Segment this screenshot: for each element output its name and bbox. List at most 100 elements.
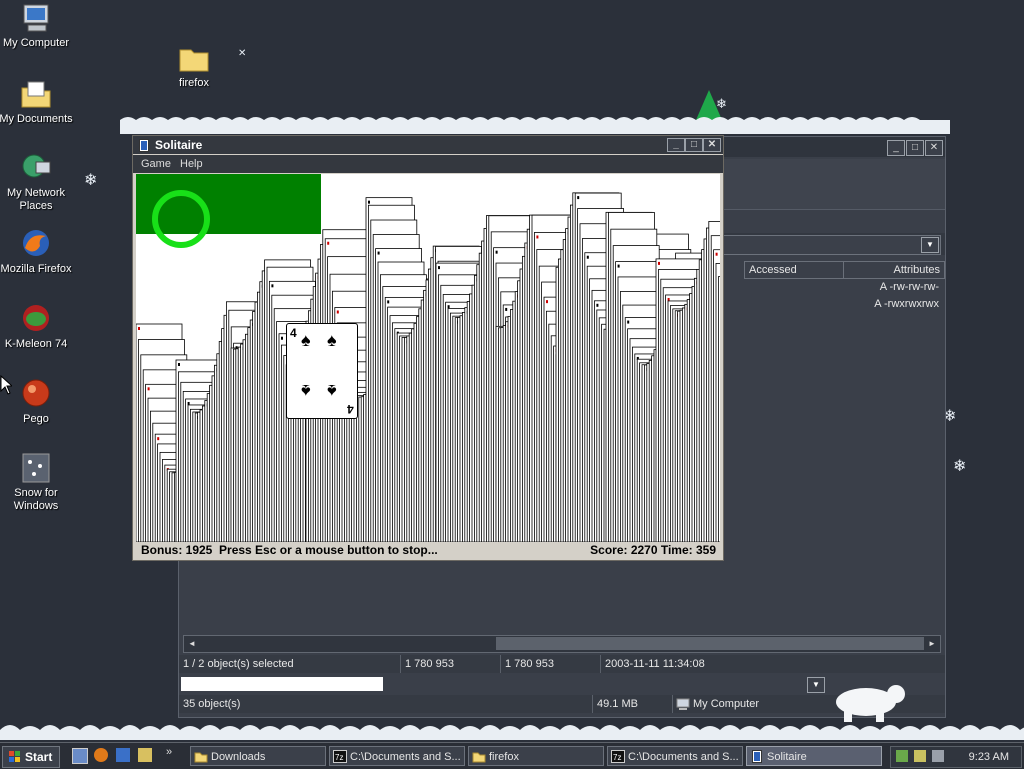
desktop-icon-snow-for-windows[interactable]: Snow for Windows (0, 452, 75, 513)
playing-card[interactable]: 4 ♠ ♠ ♠ ♠ 4 (286, 323, 358, 419)
close-button[interactable]: ✕ (925, 140, 943, 156)
progress-strip (181, 677, 383, 691)
desktop-icon-label: Snow for Windows (13, 487, 59, 512)
network-places-icon (20, 152, 52, 184)
status-size: 1 780 953 (401, 655, 501, 673)
solitaire-window[interactable]: Solitaire _ □ ✕ Game Help 4 ♠ ♠ ♠ ♠ 4 Bo… (132, 135, 724, 561)
card-pip (157, 437, 160, 441)
file-attributes: A -rw-rw-rw- (879, 281, 939, 293)
my-computer-icon (676, 698, 690, 710)
polar-bear-icon (836, 685, 905, 722)
status-location-label: My Computer (693, 698, 760, 710)
status-location: My Computer (673, 695, 833, 713)
explorer-dropdown[interactable]: ▼ (807, 677, 825, 693)
horizontal-scrollbar[interactable]: ◄ ► (183, 635, 941, 653)
taskbar-button-label: C:\Documents and S... (628, 751, 739, 763)
window-title: Solitaire (155, 138, 203, 152)
column-header-accessed[interactable]: Accessed (744, 261, 846, 279)
scroll-right-icon[interactable]: ► (925, 637, 939, 650)
card-pip (147, 387, 150, 391)
outlook-icon[interactable] (116, 748, 130, 762)
show-desktop-icon[interactable] (72, 748, 88, 764)
network-tray-icon[interactable] (896, 750, 908, 762)
desktop-icon-network-places[interactable]: My Network Places (0, 152, 75, 213)
card-pip (387, 300, 390, 304)
solitaire-play-area[interactable]: 4 ♠ ♠ ♠ ♠ 4 (136, 174, 720, 542)
card-pip (505, 307, 508, 311)
taskbar-button-7zip-1[interactable]: 7z C:\Documents and S... (329, 746, 465, 766)
maximize-button[interactable]: □ (685, 138, 703, 152)
desktop-icon-my-documents[interactable]: My Documents (0, 78, 75, 126)
chevron-right-icon[interactable]: » (166, 746, 172, 758)
card-pip (658, 261, 660, 265)
file-attributes: A -rwxrwxrwx (874, 298, 939, 310)
folder-icon (178, 42, 210, 74)
firefox-icon[interactable] (94, 748, 108, 762)
card-pip (667, 297, 670, 301)
taskbar-button-label: firefox (489, 751, 519, 763)
svg-text:7z: 7z (335, 753, 343, 762)
card-suit: ♠ (327, 330, 337, 350)
desktop-icon-label: My Network Places (6, 187, 66, 212)
desktop-icon-my-computer[interactable]: My Computer (0, 2, 75, 50)
snowflake-icon: ❄ (953, 458, 967, 475)
media-icon[interactable] (138, 748, 152, 762)
status-selected: 1 / 2 object(s) selected (179, 655, 401, 673)
my-computer-icon (20, 2, 52, 34)
taskbar-button-label: C:\Documents and S... (350, 751, 461, 763)
column-header-attributes[interactable]: Attributes (843, 261, 945, 279)
card-suit: ♠ (327, 381, 337, 401)
svg-text:7z: 7z (613, 753, 621, 762)
desktop: { "desktop": { "icons": [ {"label":"My C… (0, 0, 1024, 769)
card-cascade (136, 174, 720, 542)
scrollbar-thumb[interactable] (496, 637, 924, 650)
status-total-size: 49.1 MB (593, 695, 673, 713)
desktop-icon-mozilla-firefox[interactable]: Mozilla Firefox (0, 228, 75, 276)
card-suit: ♠ (301, 381, 311, 401)
snow-tray-icon[interactable] (932, 750, 944, 762)
scroll-left-icon[interactable]: ◄ (185, 637, 199, 650)
taskbar: Start » Downloads 7z C:\Documents and S.… (0, 742, 1024, 769)
card-pip (447, 305, 450, 309)
card-suit: ♠ (301, 330, 311, 350)
7zip-icon: 7z (333, 750, 347, 763)
taskbar-button-7zip-2[interactable]: 7z C:\Documents and S... (607, 746, 743, 766)
card-pip (377, 251, 380, 255)
bouncing-card-trail (718, 276, 720, 542)
taskbar-button-firefox-folder[interactable]: firefox (468, 746, 604, 766)
menu-help[interactable]: Help (180, 155, 203, 173)
snowflake-icon: ❄ (84, 172, 98, 189)
desktop-icon-label: Mozilla Firefox (0, 263, 72, 275)
quick-launch: » (70, 746, 180, 764)
chevron-down-icon[interactable]: ▼ (921, 237, 939, 253)
desktop-icon-k-meleon[interactable]: K-Meleon 74 (0, 303, 75, 351)
maximize-button[interactable]: □ (906, 140, 924, 156)
k-meleon-icon (20, 303, 52, 335)
minimize-button[interactable]: _ (887, 140, 905, 156)
desktop-icon-label: My Documents (0, 113, 73, 125)
clock[interactable]: 9:23 AM (969, 747, 1009, 767)
card-pip (617, 264, 620, 268)
close-button[interactable]: ✕ (703, 138, 721, 152)
start-button[interactable]: Start (2, 746, 60, 768)
my-documents-icon (20, 78, 52, 110)
card-pip (627, 320, 630, 324)
snow-ledge (120, 117, 950, 134)
card-pip (187, 401, 190, 405)
taskbar-button-downloads[interactable]: Downloads (190, 746, 326, 766)
volume-tray-icon[interactable] (914, 750, 926, 762)
desktop-icon-label: Pego (23, 413, 49, 425)
card-pip (138, 327, 140, 330)
taskbar-button-label: Downloads (211, 751, 266, 763)
card-rank: 4 (290, 326, 297, 340)
card-pip (281, 336, 283, 340)
desktop-icon-label: firefox (179, 77, 209, 89)
menu-game[interactable]: Game (141, 155, 171, 173)
taskbar-button-solitaire[interactable]: Solitaire (746, 746, 882, 766)
desktop-icon-firefox-folder[interactable]: firefox (155, 42, 233, 90)
minimize-button[interactable]: _ (667, 138, 685, 152)
solitaire-titlebar[interactable]: Solitaire _ □ ✕ (133, 136, 723, 154)
solitaire-icon (752, 750, 762, 763)
card-pip (271, 284, 274, 288)
explorer-status-bar: 1 / 2 object(s) selected 1 780 953 1 780… (179, 655, 945, 673)
